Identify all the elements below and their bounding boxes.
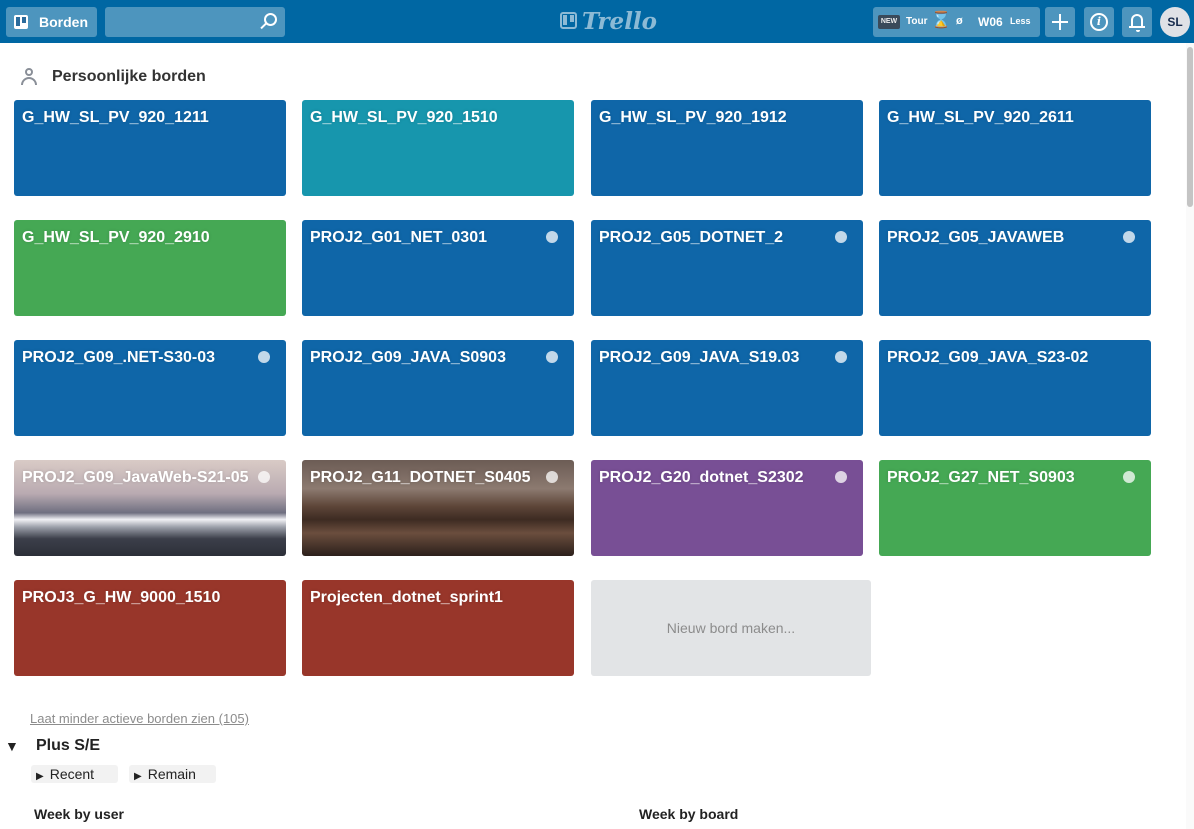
hourglass-icon[interactable]: ⌛ [931,12,951,30]
search-box[interactable] [105,7,285,37]
board-tile[interactable]: PROJ2_G05_DOTNET_2 [591,220,863,316]
board-tile[interactable]: G_HW_SL_PV_920_2611 [879,100,1151,196]
page-scrollbar[interactable] [1186,43,1194,829]
board-status-dot [835,351,847,363]
board-title: PROJ2_G09_JAVA_S19.03 [599,349,800,366]
board-title: PROJ2_G05_DOTNET_2 [599,229,784,246]
board-tile[interactable]: G_HW_SL_PV_920_2910 [14,220,286,316]
add-button[interactable] [1045,7,1075,37]
board-status-dot [1123,231,1135,243]
trello-logo-icon [560,12,577,29]
board-tile[interactable]: PROJ3_G_HW_9000_1510 [14,580,286,676]
board-status-dot [546,231,558,243]
create-board-button[interactable]: Nieuw bord maken... [591,580,871,676]
plus-plugin-bar[interactable]: NEW Tour ⌛ ø W06 Less [873,7,1040,37]
tour-link[interactable]: Tour [906,16,927,27]
plus-se-title: Plus S/E [36,737,101,754]
board-tile[interactable]: G_HW_SL_PV_920_1510 [302,100,574,196]
play-arrow-icon: ▶ [36,771,44,782]
person-icon [20,67,38,85]
board-tile[interactable]: PROJ2_G09_JAVA_S23-02 [879,340,1151,436]
play-arrow-icon: ▶ [134,771,142,782]
board-tile[interactable]: Projecten_dotnet_sprint1 [302,580,574,676]
board-status-dot [835,471,847,483]
board-tile[interactable]: G_HW_SL_PV_920_1211 [14,100,286,196]
board-tile[interactable]: PROJ2_G05_JAVAWEB [879,220,1151,316]
board-title: PROJ2_G09_JAVA_S0903 [310,349,506,366]
board-tile[interactable]: PROJ2_G01_NET_0301 [302,220,574,316]
board-status-dot [546,351,558,363]
less-toggle[interactable]: Less [1010,16,1031,26]
scrollbar-thumb[interactable] [1187,47,1193,207]
board-title: PROJ2_G09_JavaWeb-S21-05 [22,469,249,486]
search-icon[interactable] [264,13,277,26]
board-tile[interactable]: PROJ2_G09_JAVA_S0903 [302,340,574,436]
info-icon: i [1090,13,1108,31]
section-title: Persoonlijke borden [52,68,206,85]
show-less-active-boards-link[interactable]: Laat minder actieve borden zien (105) [30,711,249,726]
recent-label: Recent [49,766,95,782]
board-tile[interactable]: PROJ2_G20_dotnet_S2302 [591,460,863,556]
board-tile[interactable]: PROJ2_G09_JavaWeb-S21-05 [14,460,286,556]
top-header-bar: Borden Trello NEW Tour ⌛ ø W06 Less i SL [0,0,1194,43]
board-title: G_HW_SL_PV_920_1510 [310,109,498,126]
board-status-dot [258,351,270,363]
board-title: PROJ2_G05_JAVAWEB [887,229,1065,246]
plugin-slash-text: ø [956,15,963,27]
week-by-board-heading: Week by board [639,806,739,822]
board-status-dot [546,471,558,483]
avatar[interactable]: SL [1160,7,1190,37]
board-status-dot [835,231,847,243]
bell-icon [1129,14,1145,32]
boards-button-label: Borden [39,14,88,30]
board-title: G_HW_SL_PV_920_2611 [887,109,1074,126]
board-title: PROJ2_G09_JAVA_S23-02 [887,349,1089,366]
board-title: PROJ2_G27_NET_S0903 [887,469,1075,486]
board-title: PROJ2_G20_dotnet_S2302 [599,469,804,486]
board-tile[interactable]: PROJ2_G11_DOTNET_S0405 [302,460,574,556]
board-title: G_HW_SL_PV_920_1211 [22,109,209,126]
board-title: PROJ2_G09_.NET-S30-03 [22,349,215,366]
board-title: G_HW_SL_PV_920_1912 [599,109,787,126]
search-input[interactable] [105,7,255,37]
board-status-dot [258,471,270,483]
board-tile[interactable]: PROJ2_G09_JAVA_S19.03 [591,340,863,436]
board-tile[interactable]: G_HW_SL_PV_920_1912 [591,100,863,196]
notifications-button[interactable] [1122,7,1152,37]
week-by-user-heading: Week by user [34,806,125,822]
recent-toggle[interactable]: ▶ Recent [31,765,118,783]
remain-toggle[interactable]: ▶ Remain [129,765,216,783]
new-badge: NEW [878,15,900,29]
remain-label: Remain [147,766,196,782]
board-title: Projecten_dotnet_sprint1 [310,589,503,606]
boards-button[interactable]: Borden [6,7,97,37]
board-status-dot [1123,471,1135,483]
board-tile[interactable]: PROJ2_G27_NET_S0903 [879,460,1151,556]
board-tile[interactable]: PROJ2_G09_.NET-S30-03 [14,340,286,436]
board-title: PROJ2_G11_DOTNET_S0405 [310,469,531,486]
board-title: PROJ2_G01_NET_0301 [310,229,487,246]
week-indicator[interactable]: W06 [978,15,1003,29]
board-title: G_HW_SL_PV_920_2910 [22,229,210,246]
info-button[interactable]: i [1084,7,1114,37]
collapse-triangle-icon[interactable]: ▼ [5,738,19,754]
plus-icon [1052,14,1068,30]
board-title: PROJ3_G_HW_9000_1510 [22,589,221,606]
boards-icon [14,15,28,29]
trello-logo-text: Trello [582,8,658,35]
